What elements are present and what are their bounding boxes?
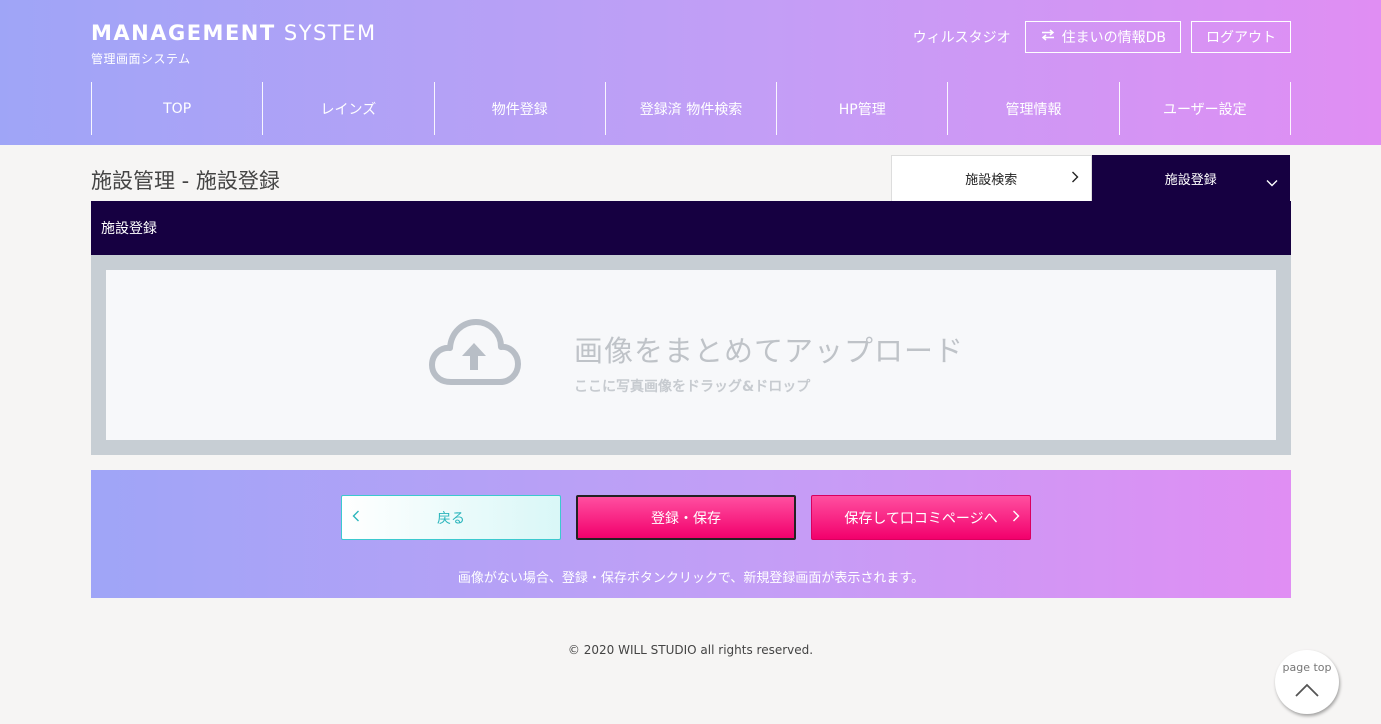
chevron-right-icon <box>1012 510 1020 526</box>
upload-sub-text: ここに写真画像をドラッグ&ドロップ <box>574 379 811 395</box>
header-actions: ウィルスタジオ 住まいの情報DB ログアウト <box>913 21 1291 53</box>
nav-item-user-settings[interactable]: ユーザー設定 <box>1118 82 1291 135</box>
tab-facility-register-label: 施設登録 <box>1164 172 1217 188</box>
panel-header: 施設登録 <box>91 201 1291 255</box>
housing-db-label: 住まいの情報DB <box>1061 30 1166 46</box>
page-title: 施設管理 - 施設登録 <box>91 169 280 193</box>
back-button[interactable]: 戻る <box>341 495 561 540</box>
image-dropzone[interactable]: 画像をまとめてアップロード ここに写真画像をドラッグ&ドロップ <box>106 270 1276 440</box>
copyright: © 2020 WILL STUDIO all rights reserved. <box>567 643 814 657</box>
header: MANAGEMENT SYSTEM 管理画面システム ウィルスタジオ 住まいの情… <box>0 0 1381 145</box>
save-note: 画像がない場合、登録・保存ボタンクリックで、新規登録画面が表示されます。 <box>457 571 925 586</box>
tab-facility-register[interactable]: 施設登録 <box>1091 155 1290 201</box>
chevron-down-icon <box>1266 175 1278 191</box>
upload-main-text: 画像をまとめてアップロード <box>574 334 965 368</box>
chevron-left-icon <box>352 510 360 526</box>
nav-item-property-search[interactable]: 登録済 物件検索 <box>604 82 776 135</box>
nav-item-top[interactable]: TOP <box>91 82 262 135</box>
sub-tabs: 施設検索 施設登録 <box>891 155 1290 201</box>
chevron-up-icon <box>1294 682 1320 702</box>
nav-item-reins[interactable]: レインズ <box>262 82 433 135</box>
user-name: ウィルスタジオ <box>912 30 1011 46</box>
chevron-right-icon <box>1071 171 1079 187</box>
register-save-button[interactable]: 登録・保存 <box>576 495 796 540</box>
nav-item-property-register[interactable]: 物件登録 <box>433 82 605 135</box>
tab-facility-search-label: 施設検索 <box>965 173 1018 188</box>
cloud-upload-icon <box>429 318 521 392</box>
main-nav: TOP レインズ 物件登録 登録済 物件検索 HP管理 管理情報 ユーザー設定 <box>91 82 1291 135</box>
nav-item-hp-management[interactable]: HP管理 <box>776 82 947 135</box>
save-and-reviews-button[interactable]: 保存して口コミページへ <box>811 495 1031 540</box>
page-top-button[interactable]: page top <box>1275 650 1339 714</box>
save-and-reviews-label: 保存して口コミページへ <box>844 510 998 527</box>
brand: MANAGEMENT SYSTEM 管理画面システム <box>91 20 377 67</box>
register-save-label: 登録・保存 <box>651 510 721 527</box>
brand-title[interactable]: MANAGEMENT SYSTEM <box>91 20 377 46</box>
brand-title-light: SYSTEM <box>283 21 377 45</box>
upload-area: 画像をまとめてアップロード ここに写真画像をドラッグ&ドロップ <box>91 255 1291 455</box>
brand-title-bold: MANAGEMENT <box>91 21 276 45</box>
back-button-label: 戻る <box>437 510 465 527</box>
brand-subtitle: 管理画面システム <box>91 52 191 66</box>
tab-facility-search[interactable]: 施設検索 <box>891 155 1092 201</box>
nav-item-management-info[interactable]: 管理情報 <box>947 82 1118 135</box>
upload-text: 画像をまとめてアップロード ここに写真画像をドラッグ&ドロップ <box>574 328 964 396</box>
housing-db-button[interactable]: 住まいの情報DB <box>1024 21 1181 53</box>
page-top-label: page top <box>1282 661 1332 674</box>
swap-arrows-icon <box>1040 29 1056 45</box>
action-band: 戻る 登録・保存 保存して口コミページへ 画像がない場合、登録・保存ボタンクリッ… <box>91 470 1291 598</box>
logout-button[interactable]: ログアウト <box>1191 21 1291 53</box>
panel-title: 施設登録 <box>101 221 157 237</box>
